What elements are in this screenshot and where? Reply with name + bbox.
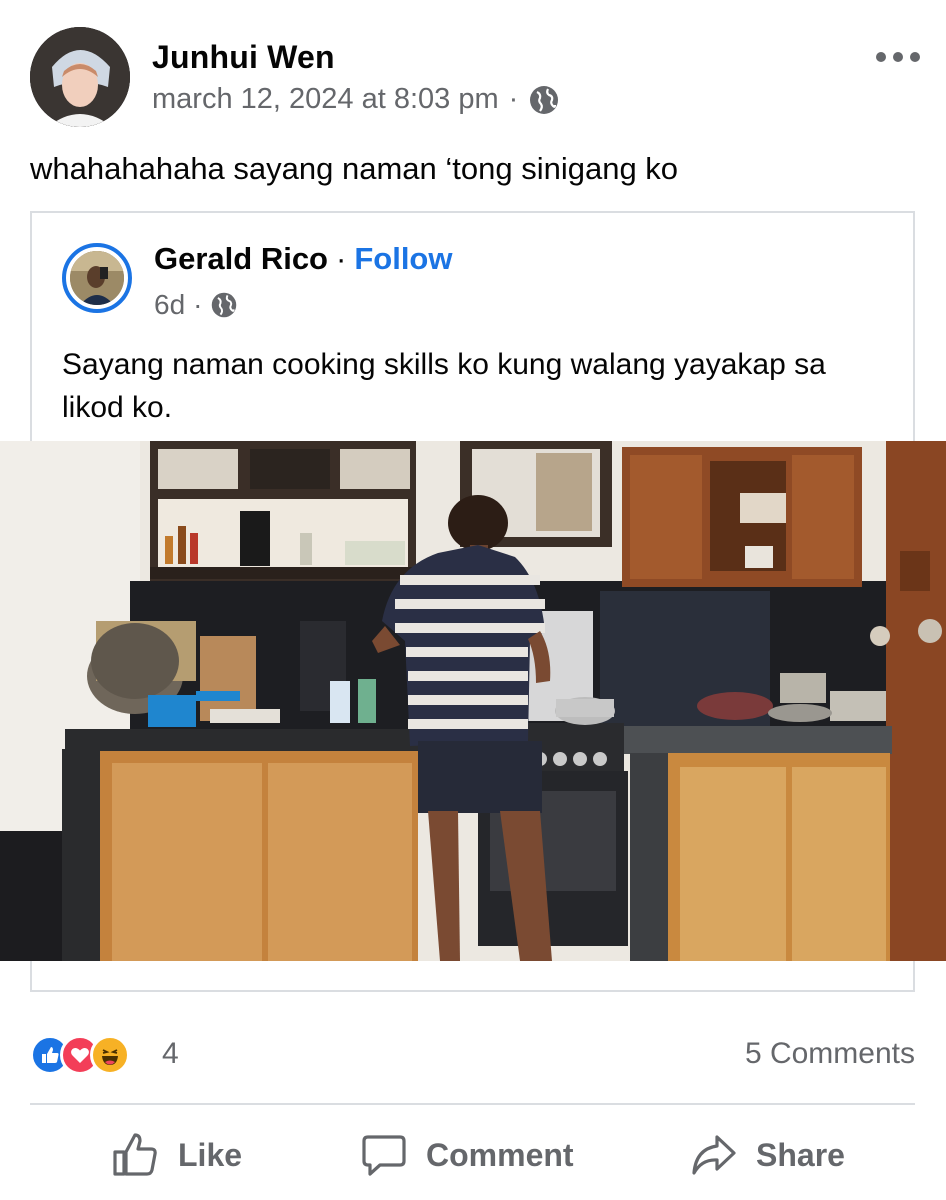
follow-button[interactable]: Follow bbox=[354, 241, 452, 277]
post-text: whahahahaha sayang naman ‘tong sinigang … bbox=[30, 151, 679, 186]
shared-post-age[interactable]: 6d bbox=[154, 289, 185, 321]
comment-button[interactable]: Comment bbox=[360, 1120, 574, 1190]
share-icon bbox=[692, 1135, 736, 1175]
like-label: Like bbox=[178, 1136, 243, 1173]
more-options-button[interactable] bbox=[876, 45, 920, 69]
post-meta: march 12, 2024 at 8:03 pm · bbox=[152, 83, 560, 116]
reaction-count[interactable]: 4 bbox=[162, 1037, 179, 1071]
post-actions: Like Comment Share bbox=[30, 1120, 915, 1190]
shared-author-name[interactable]: Gerald Rico bbox=[154, 241, 328, 277]
meta-separator: · bbox=[508, 83, 519, 115]
globe-icon[interactable] bbox=[528, 84, 560, 116]
actions-divider bbox=[30, 1103, 915, 1105]
share-label: Share bbox=[756, 1136, 845, 1173]
share-button[interactable]: Share bbox=[690, 1120, 845, 1190]
meta-separator: · bbox=[193, 289, 203, 320]
globe-icon[interactable] bbox=[210, 291, 238, 319]
comment-icon bbox=[362, 1135, 406, 1176]
comment-label: Comment bbox=[426, 1136, 574, 1173]
reactions-summary[interactable]: 4 5 Comments bbox=[30, 1035, 915, 1075]
reaction-icons[interactable] bbox=[30, 1035, 130, 1075]
kitchen-photo[interactable] bbox=[0, 441, 946, 961]
author-name[interactable]: Junhui Wen bbox=[152, 39, 335, 76]
shared-meta: 6d · bbox=[154, 289, 238, 321]
author-avatar[interactable] bbox=[30, 27, 130, 127]
thumbs-up-icon bbox=[113, 1133, 157, 1176]
dot-icon bbox=[893, 52, 903, 62]
shared-post-text: Sayang naman cooking skills ko kung wala… bbox=[62, 348, 826, 424]
haha-reaction-icon bbox=[90, 1035, 130, 1075]
post-header: Junhui Wen march 12, 2024 at 8:03 pm · bbox=[30, 27, 920, 127]
like-button[interactable]: Like bbox=[110, 1120, 242, 1190]
dot-icon bbox=[876, 52, 886, 62]
shared-author-avatar[interactable] bbox=[62, 243, 132, 313]
shared-name-row: Gerald Rico · Follow bbox=[154, 241, 452, 277]
comments-count[interactable]: 5 Comments bbox=[745, 1037, 915, 1071]
post-timestamp[interactable]: march 12, 2024 at 8:03 pm bbox=[152, 83, 499, 116]
name-separator: · bbox=[336, 241, 347, 276]
dot-icon bbox=[910, 52, 920, 62]
